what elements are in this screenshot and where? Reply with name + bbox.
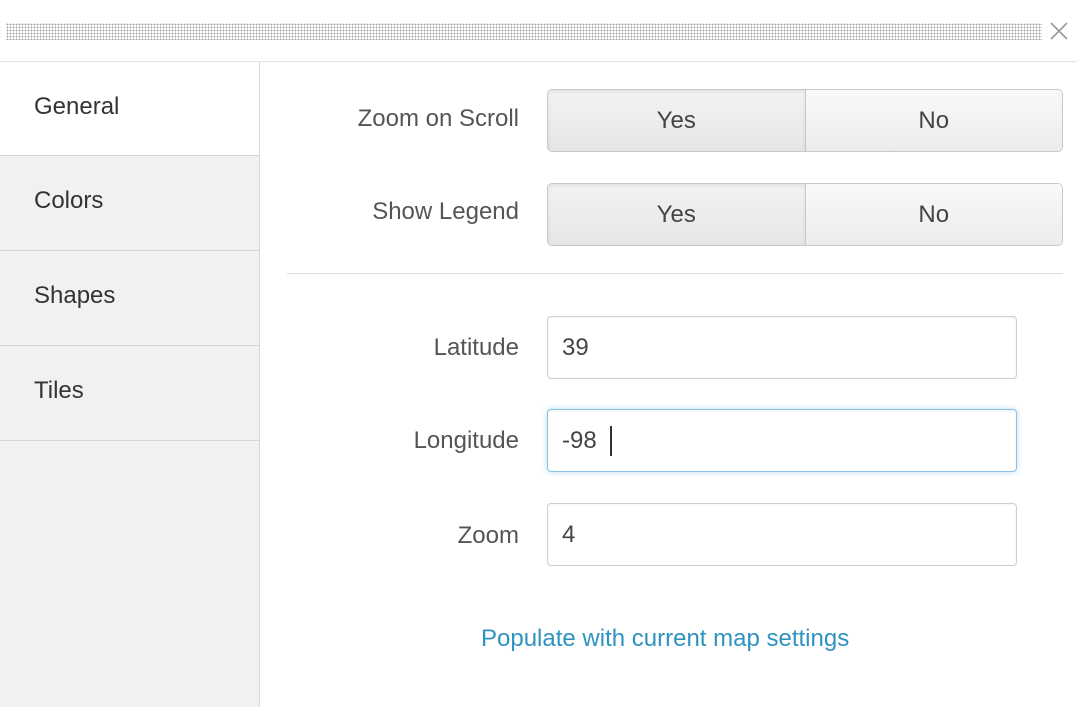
- sidebar-item-label: Colors: [34, 187, 104, 214]
- populate-current-map-settings-link[interactable]: Populate with current map settings: [481, 625, 849, 653]
- section-divider: [287, 273, 1063, 274]
- sidebar-item-label: General: [34, 93, 120, 120]
- latitude-label: Latitude: [433, 334, 519, 361]
- close-icon[interactable]: [1047, 19, 1071, 43]
- show-legend-label: Show Legend: [372, 198, 519, 225]
- longitude-input[interactable]: [547, 409, 1017, 472]
- sidebar-item-label: Tiles: [34, 377, 84, 404]
- sidebar-item-colors[interactable]: Colors: [0, 156, 259, 251]
- latitude-input[interactable]: [547, 316, 1017, 379]
- show-legend-toggle: Yes No: [547, 183, 1063, 246]
- zoom-input[interactable]: [547, 503, 1017, 566]
- text-caret: [610, 426, 612, 456]
- zoom-on-scroll-toggle: Yes No: [547, 89, 1063, 152]
- zoom-on-scroll-no-button[interactable]: No: [805, 90, 1062, 151]
- show-legend-yes-button[interactable]: Yes: [548, 184, 806, 245]
- zoom-label: Zoom: [457, 522, 519, 549]
- longitude-label: Longitude: [413, 427, 519, 454]
- sidebar-item-label: Shapes: [34, 282, 116, 309]
- sidebar-item-shapes[interactable]: Shapes: [0, 251, 259, 346]
- map-settings-dialog: General Colors Shapes Tiles Zoom on Scro…: [0, 0, 1077, 707]
- general-settings-panel: Zoom on Scroll Yes No Show Legend Yes No…: [260, 62, 1077, 707]
- dialog-titlebar: [0, 0, 1077, 62]
- show-legend-no-button[interactable]: No: [805, 184, 1062, 245]
- settings-sidebar: General Colors Shapes Tiles: [0, 62, 260, 707]
- zoom-on-scroll-yes-button[interactable]: Yes: [548, 90, 806, 151]
- sidebar-item-general[interactable]: General: [0, 62, 259, 156]
- sidebar-item-tiles[interactable]: Tiles: [0, 346, 259, 441]
- drag-handle[interactable]: [6, 23, 1042, 40]
- zoom-on-scroll-label: Zoom on Scroll: [357, 105, 519, 132]
